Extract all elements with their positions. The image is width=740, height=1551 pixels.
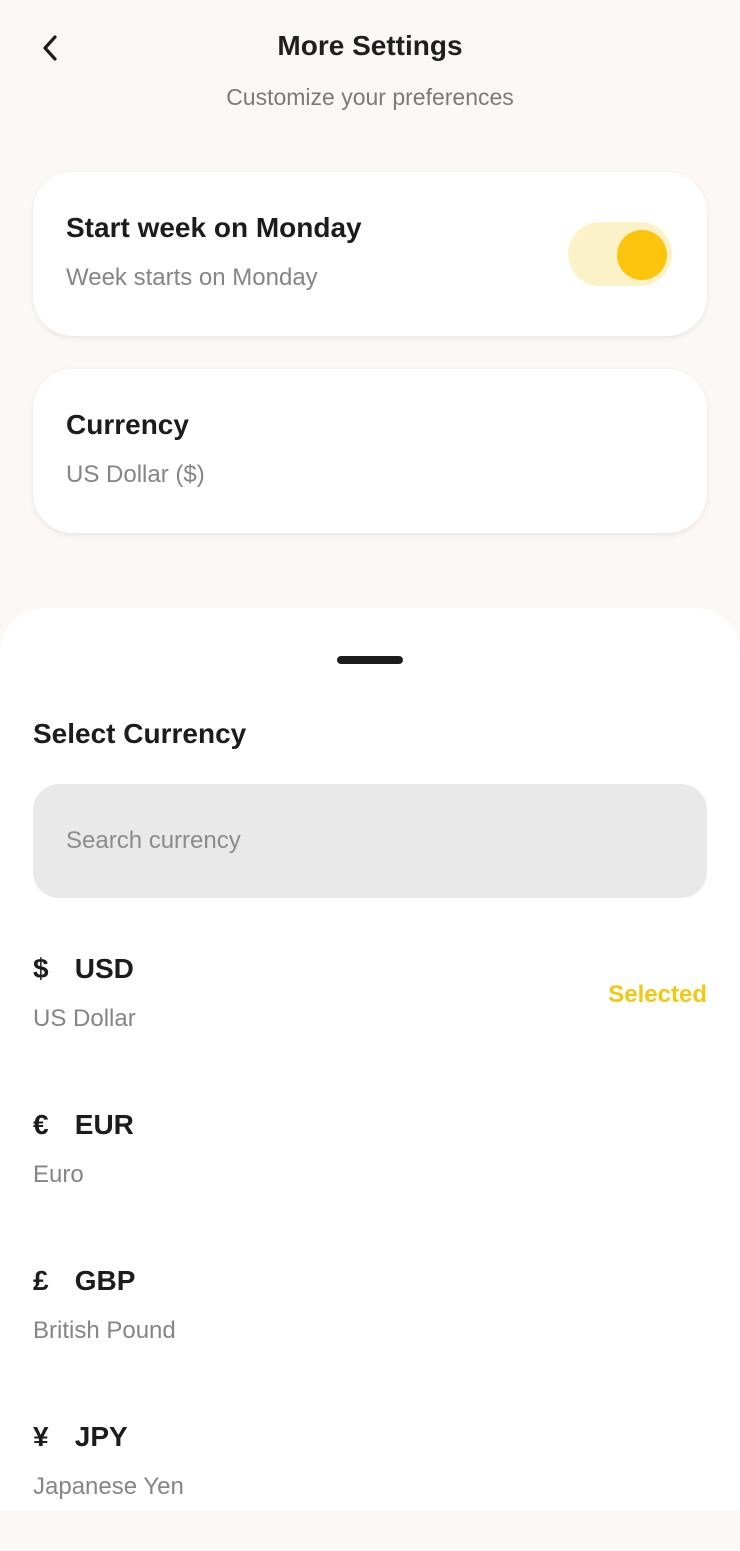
toggle-knob <box>617 230 667 280</box>
currency-code: JPY <box>74 1421 128 1452</box>
week-start-subtitle: Week starts on Monday <box>66 264 318 291</box>
week-start-setting-card: Start week on Monday Week starts on Mond… <box>33 172 707 336</box>
selected-badge: Selected <box>608 981 707 1008</box>
currency-code-row: $ USD <box>33 953 134 985</box>
page-subtitle: Customize your preferences <box>226 84 514 110</box>
currency-symbol: € <box>33 1109 49 1140</box>
currency-name: Euro <box>33 1161 84 1188</box>
currency-name: British Pound <box>33 1317 176 1344</box>
sheet-drag-handle[interactable] <box>337 656 403 664</box>
currency-symbol: $ <box>33 953 49 984</box>
currency-code-row: £ GBP <box>33 1265 135 1297</box>
sheet-title: Select Currency <box>33 718 247 749</box>
currency-code-row: ¥ JPY <box>33 1421 128 1453</box>
currency-name: Japanese Yen <box>33 1473 184 1500</box>
currency-setting-value: US Dollar ($) <box>66 461 205 488</box>
currency-symbol: £ <box>33 1265 49 1296</box>
currency-name: US Dollar <box>33 1005 136 1032</box>
currency-symbol: ¥ <box>33 1421 49 1452</box>
currency-item-jpy[interactable]: ¥ JPY Japanese Yen <box>0 1421 740 1551</box>
currency-setting-title: Currency <box>66 409 189 440</box>
currency-code: GBP <box>74 1265 136 1296</box>
week-start-toggle[interactable] <box>568 222 672 286</box>
search-currency-input[interactable] <box>33 784 707 898</box>
currency-bottom-sheet: Select Currency $ USD US Dollar Selected… <box>0 608 740 1510</box>
week-start-title: Start week on Monday <box>66 212 362 243</box>
currency-item-gbp[interactable]: £ GBP British Pound <box>0 1265 740 1395</box>
currency-code: EUR <box>74 1109 134 1140</box>
page-title: More Settings <box>277 30 463 61</box>
currency-code-row: € EUR <box>33 1109 134 1141</box>
header: More Settings Customize your preferences <box>0 0 740 140</box>
currency-code: USD <box>74 953 134 984</box>
currency-item-usd[interactable]: $ USD US Dollar Selected <box>0 953 740 1083</box>
currency-item-eur[interactable]: € EUR Euro <box>0 1109 740 1239</box>
currency-setting-card[interactable]: Currency US Dollar ($) <box>33 369 707 533</box>
